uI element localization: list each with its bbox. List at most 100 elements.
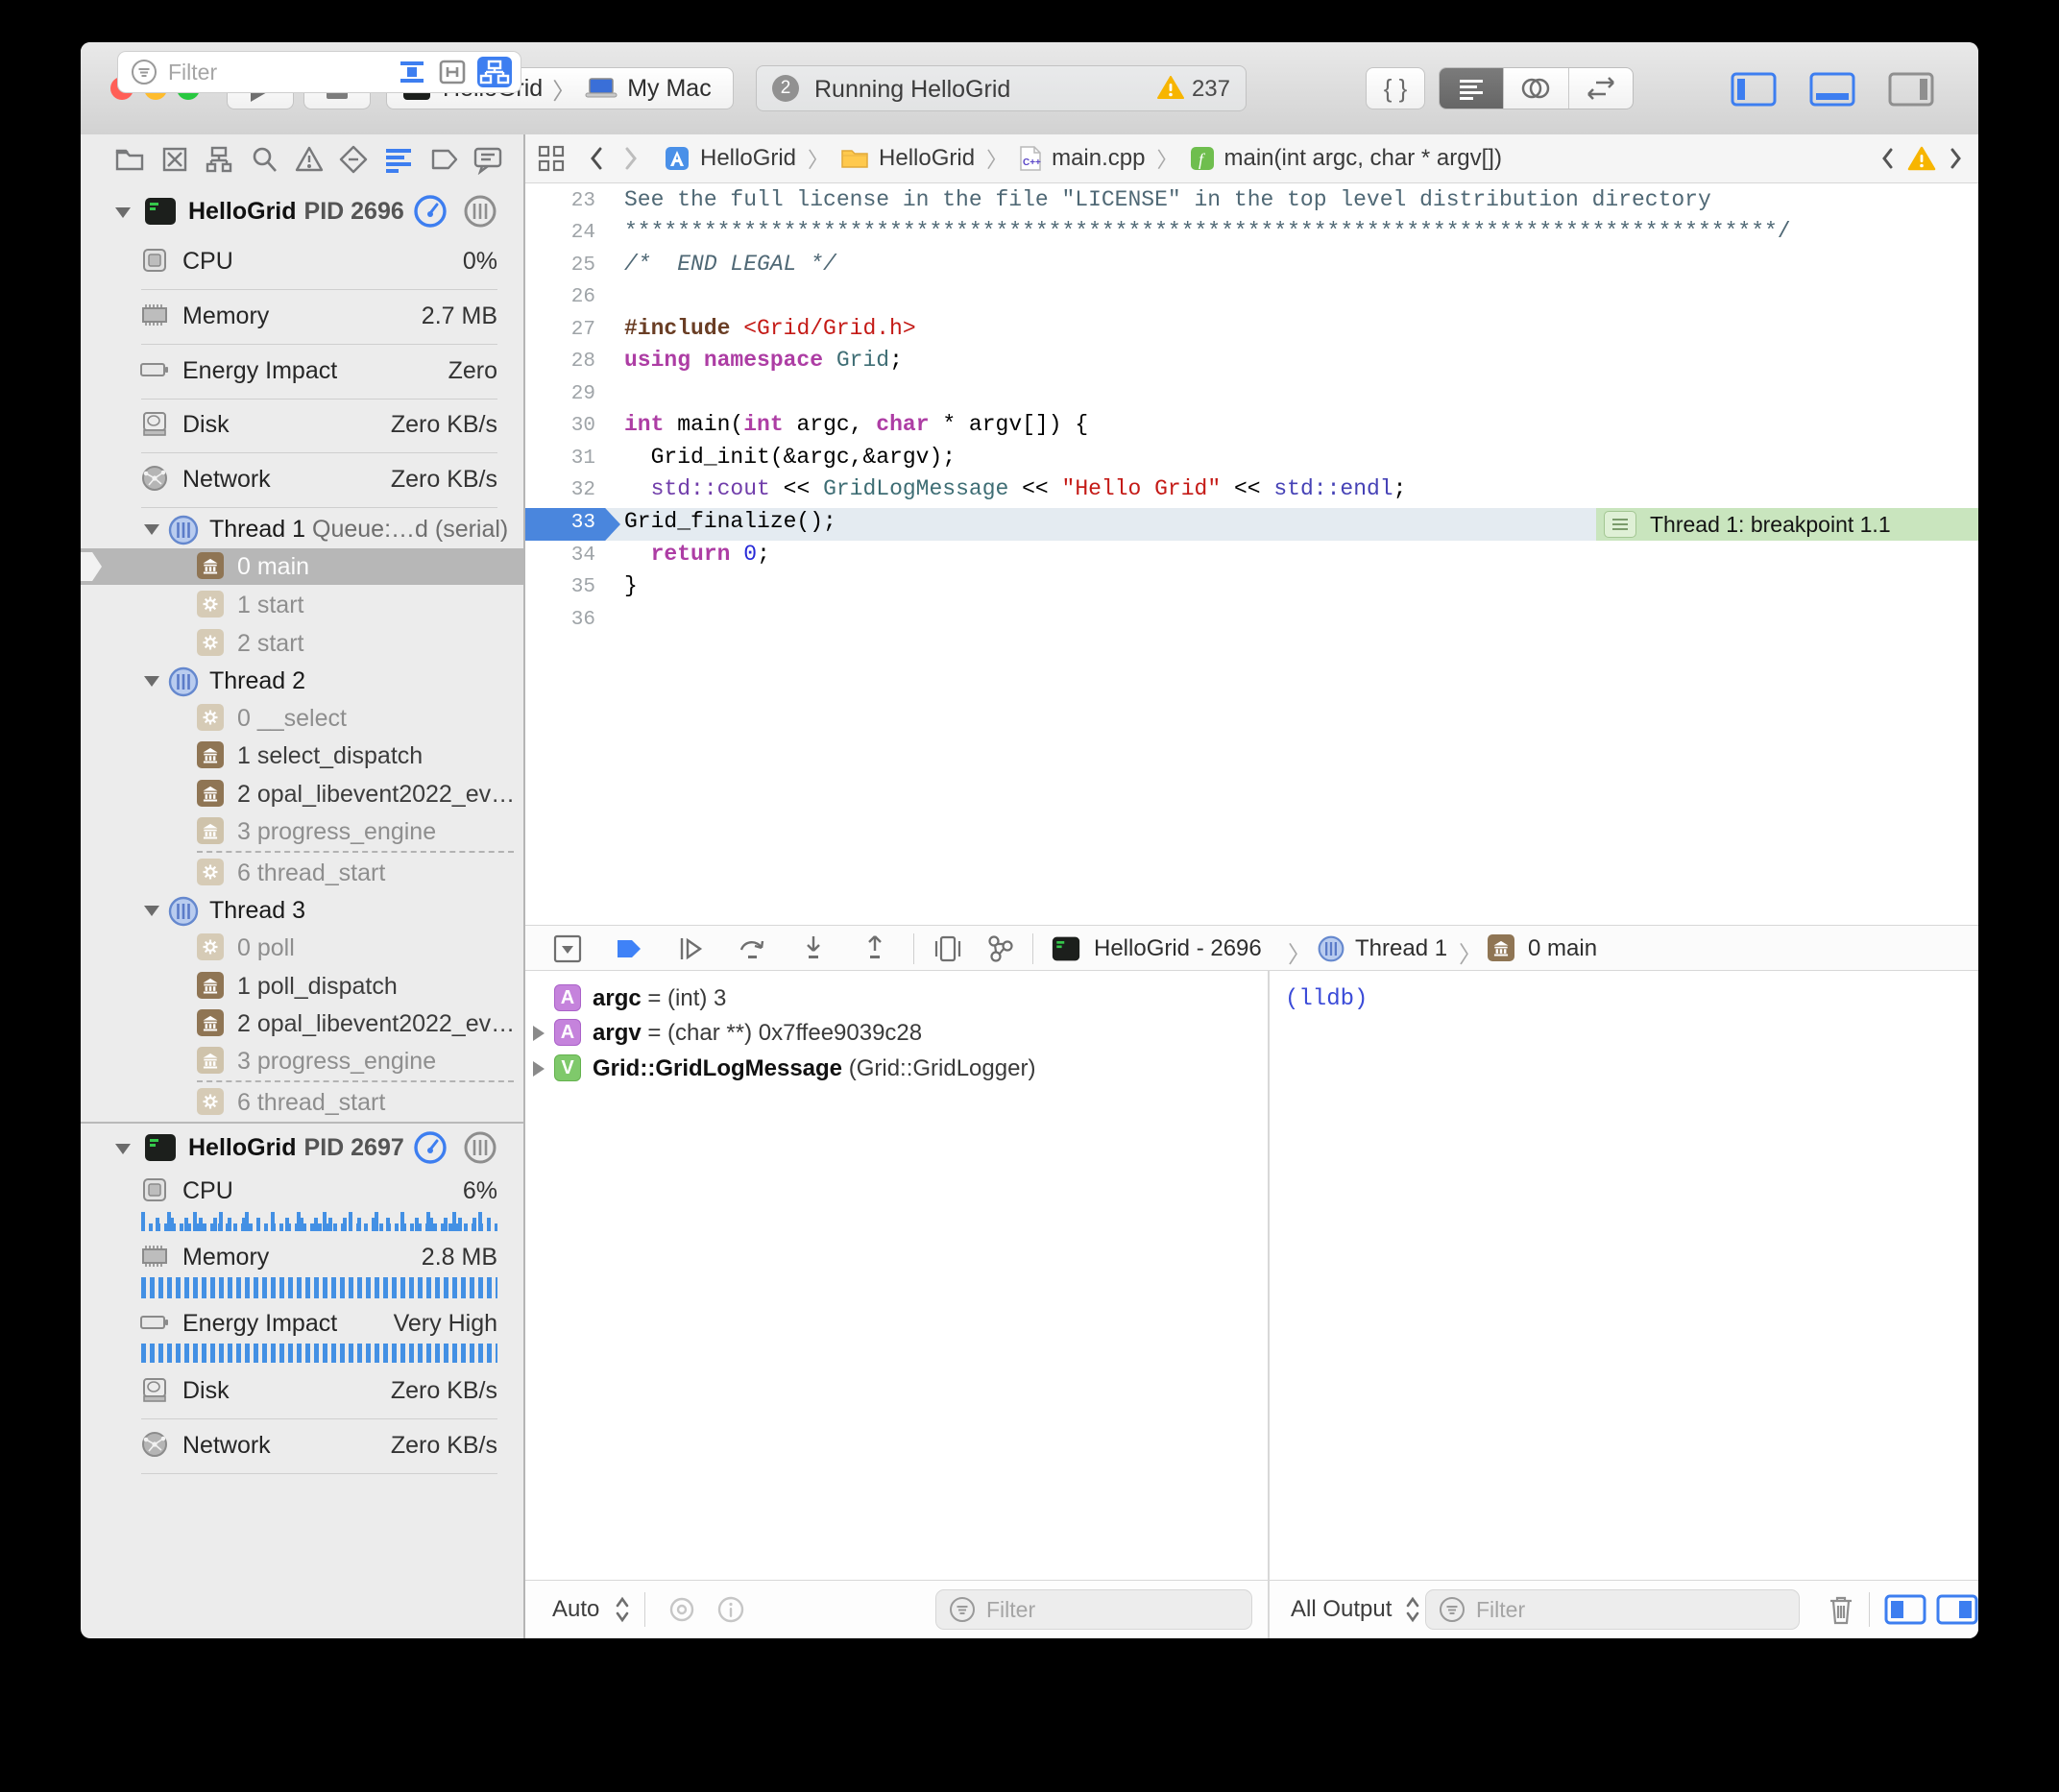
stack-frame-row[interactable]: 0 poll <box>81 930 523 966</box>
stack-frame-row[interactable]: 6 thread_start <box>81 1084 523 1121</box>
variables-filter-input[interactable] <box>984 1596 1177 1624</box>
process-row-2696[interactable]: HelloGrid PID 2696 <box>81 193 523 230</box>
thread-row-2[interactable]: Thread 2 <box>81 664 523 700</box>
stack-frame-row[interactable]: 3 progress_engine <box>81 813 523 850</box>
hide-debug-area-button[interactable] <box>552 933 583 964</box>
gauge-row-cpu[interactable]: CPU 6% <box>138 1174 497 1210</box>
related-items-icon[interactable] <box>537 144 566 173</box>
memory-graph-button[interactable] <box>984 933 1015 964</box>
code-line-breakpoint[interactable]: 33 Grid_finalize(); Thread 1: breakpoint… <box>525 508 1978 541</box>
variables-filter-field[interactable] <box>935 1589 1252 1630</box>
find-navigator-tab-search-icon[interactable] <box>249 144 279 175</box>
breakpoint-annotation-menu-icon[interactable] <box>1604 511 1636 538</box>
toggle-inspector-panel-button[interactable] <box>1886 72 1936 107</box>
debugbar-thread[interactable]: Thread 1 <box>1355 935 1447 962</box>
quicklook-eye-icon[interactable] <box>666 1594 698 1625</box>
breakpoint-marker-icon[interactable]: 33 <box>525 508 620 541</box>
console-output-popup[interactable]: All Output <box>1291 1596 1392 1623</box>
breakpoints-toggle-button-active[interactable] <box>614 933 644 964</box>
console-filter-input[interactable] <box>1474 1596 1702 1624</box>
code-line[interactable]: 25/* END LEGAL */ <box>525 251 1978 283</box>
continue-button[interactable] <box>675 933 706 964</box>
code-line[interactable]: 27#include <Grid/Grid.h> <box>525 315 1978 348</box>
filter-crashed-threads-button[interactable] <box>436 58 469 86</box>
variables-view[interactable]: A argc = (int) 3 A argv = (char **) 0x7f… <box>525 971 1268 1580</box>
warning-count[interactable]: 237 <box>1157 76 1230 103</box>
toggle-navigator-panel-button[interactable] <box>1729 72 1779 107</box>
code-line[interactable]: 35} <box>525 572 1978 605</box>
test-navigator-tab-icon[interactable] <box>338 144 369 175</box>
console-view[interactable]: (lldb) <box>1270 971 1978 1580</box>
stack-frame-row[interactable]: 0 __select <box>81 700 523 737</box>
code-line[interactable]: 34 return 0; <box>525 541 1978 573</box>
stack-view-button[interactable] <box>462 1129 498 1166</box>
variable-row[interactable]: A argv = (char **) 0x7ffee9039c28 <box>525 1016 1268 1051</box>
variable-row[interactable]: A argc = (int) 3 <box>525 981 1268 1016</box>
navigator-filter-input[interactable] <box>166 59 411 86</box>
version-editor-button[interactable] <box>1569 68 1633 109</box>
jumpbar-folder[interactable]: HelloGrid <box>879 145 975 172</box>
variable-row[interactable]: V Grid::GridLogMessage (Grid::GridLogger… <box>525 1052 1268 1086</box>
info-icon[interactable] <box>715 1594 746 1625</box>
code-line[interactable]: 29 <box>525 379 1978 412</box>
gauge-row-network[interactable]: Network Zero KB/s <box>138 1428 497 1465</box>
show-console-view-button-active[interactable] <box>1936 1594 1978 1625</box>
console-filter-field[interactable] <box>1425 1589 1800 1630</box>
forward-history-button[interactable] <box>621 144 641 173</box>
code-line[interactable]: 31 Grid_init(&argc,&argv); <box>525 444 1978 476</box>
breakpoint-annotation[interactable]: Thread 1: breakpoint 1.1 <box>1596 508 1978 541</box>
code-snippets-button[interactable]: { } <box>1366 67 1425 109</box>
code-line[interactable]: 26 <box>525 282 1978 315</box>
jumpbar-file[interactable]: main.cpp <box>1052 145 1145 172</box>
disclosure-triangle-icon[interactable] <box>115 1144 131 1154</box>
step-out-button[interactable] <box>860 933 890 964</box>
gauge-row-memory[interactable]: Memory 2.8 MB <box>138 1240 497 1276</box>
code-line[interactable]: 28using namespace Grid; <box>525 347 1978 379</box>
code-line[interactable]: 23See the full license in the file "LICE… <box>525 186 1978 219</box>
process-row-2697[interactable]: HelloGrid PID 2697 <box>81 1129 523 1166</box>
report-navigator-tab-icon[interactable] <box>472 144 503 175</box>
gauges-view-button-selected[interactable] <box>412 193 448 230</box>
disclosure-triangle-icon[interactable] <box>533 1026 545 1041</box>
assistant-editor-button[interactable] <box>1504 68 1568 109</box>
stack-frame-row[interactable]: 2 opal_libevent2022_ev… <box>81 776 523 812</box>
debugbar-frame[interactable]: 0 main <box>1528 935 1597 962</box>
clear-console-trash-icon[interactable] <box>1827 1593 1855 1626</box>
popup-stepper-icon[interactable] <box>614 1594 631 1625</box>
stack-frame-row[interactable]: 2 opal_libevent2022_ev… <box>81 1005 523 1042</box>
step-into-button[interactable] <box>798 933 829 964</box>
gauge-row-memory[interactable]: Memory 2.7 MB <box>138 299 497 335</box>
show-variables-view-button-active[interactable] <box>1884 1594 1926 1625</box>
activity-viewer[interactable]: 2 Running HelloGrid 237 <box>756 65 1247 111</box>
navigator-filter-field[interactable] <box>117 51 521 93</box>
popup-stepper-icon[interactable] <box>1404 1594 1421 1625</box>
jumpbar-symbol[interactable]: main(int argc, char * argv[]) <box>1224 145 1502 172</box>
back-history-button[interactable] <box>587 144 606 173</box>
gauge-row-energy[interactable]: Energy Impact Zero <box>138 353 497 390</box>
source-editor[interactable]: 23See the full license in the file "LICE… <box>525 183 1978 925</box>
disclosure-triangle-icon[interactable] <box>533 1061 545 1077</box>
next-issue-button[interactable] <box>1948 146 1965 171</box>
breakpoint-navigator-tab-icon[interactable] <box>428 144 459 175</box>
stack-frame-row-selected[interactable]: 0 main <box>81 548 523 585</box>
stack-view-button[interactable] <box>462 193 498 230</box>
view-hierarchy-button[interactable] <box>933 933 963 964</box>
gauges-view-button-selected[interactable] <box>412 1129 448 1166</box>
variables-scope-popup[interactable]: Auto <box>552 1596 599 1623</box>
debug-navigator-tab-icon-selected[interactable] <box>383 144 414 175</box>
thread-row-3[interactable]: Thread 3 <box>81 893 523 930</box>
code-line[interactable]: 30int main(int argc, char * argv[]) { <box>525 411 1978 444</box>
project-navigator-tab-folder-icon[interactable] <box>114 144 145 175</box>
gauge-row-disk[interactable]: Disk Zero KB/s <box>138 1373 497 1410</box>
source-control-navigator-tab-icon[interactable] <box>159 144 190 175</box>
jumpbar-project[interactable]: HelloGrid <box>700 145 796 172</box>
stack-frame-row[interactable]: 1 start <box>81 587 523 623</box>
stack-frame-row[interactable]: 1 select_dispatch <box>81 738 523 774</box>
disclosure-triangle-icon[interactable] <box>144 524 159 535</box>
code-line[interactable]: 32 std::cout << GridLogMessage << "Hello… <box>525 475 1978 508</box>
stack-frame-row[interactable]: 3 progress_engine <box>81 1043 523 1079</box>
gauge-row-cpu[interactable]: CPU 0% <box>138 244 497 280</box>
symbol-navigator-tab-icon[interactable] <box>204 144 234 175</box>
gauge-row-disk[interactable]: Disk Zero KB/s <box>138 407 497 444</box>
issue-warning-icon[interactable] <box>1907 146 1936 172</box>
